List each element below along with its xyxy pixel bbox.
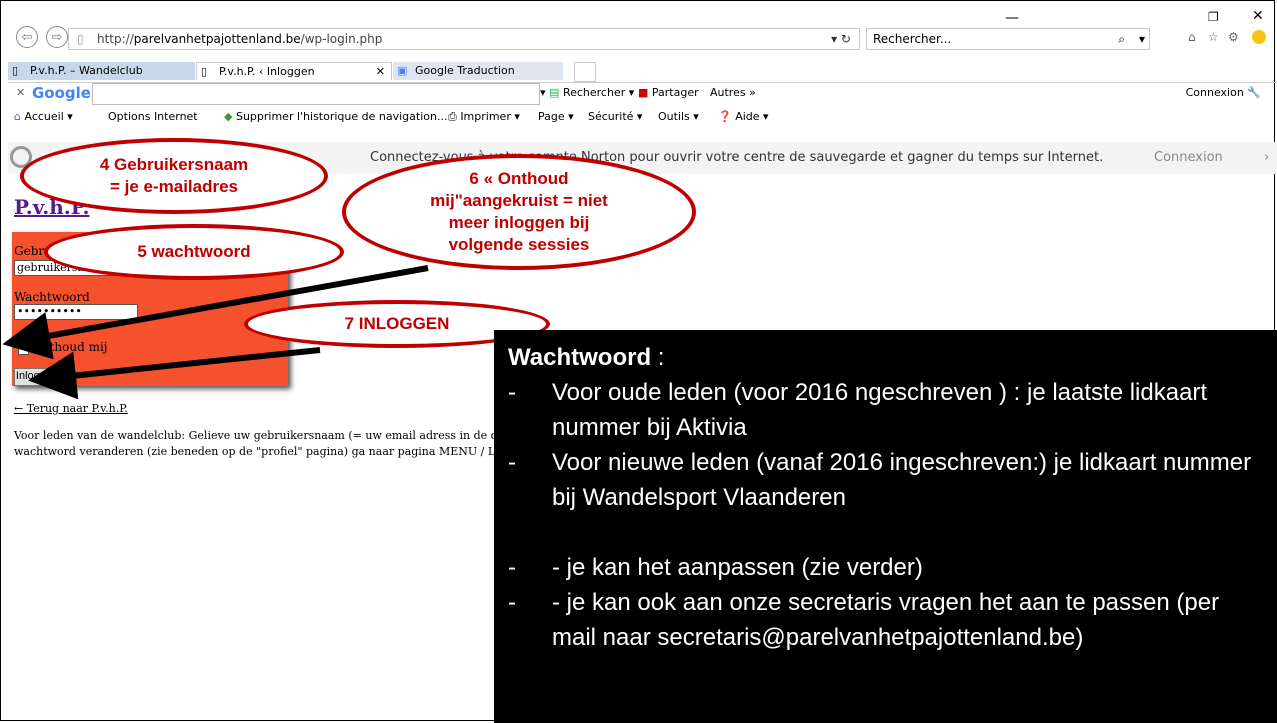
callout-text: mij"aangekruist = niet [430, 191, 608, 210]
callout-text: 7 INLOGGEN [344, 314, 450, 333]
callout-text: 6 « Onthoud [469, 169, 569, 188]
callout-remember: 6 « Onthoud mij"aangekruist = niet meer in… [342, 154, 696, 270]
bullet-dash: - [508, 379, 516, 406]
info-item-change: - - je kan het aanpassen (zie verder) [508, 550, 1263, 585]
bullet-dash: - [508, 589, 516, 616]
callout-text: 5 wachtwoord [137, 242, 251, 261]
callout-text: 4 Gebruikersnaam [99, 155, 249, 174]
info-text: Voor nieuwe leden (vanaf 2016 ingeschrev… [552, 449, 1252, 511]
info-item-new-members: - Voor nieuwe leden (vanaf 2016 ingeschre… [508, 445, 1263, 515]
callout-username: 4 Gebruikersnaam = je e-mailadres [20, 138, 328, 214]
panel-heading: Wachtwoord : [508, 340, 1263, 375]
info-item-secretary: - - je kan ook aan onze secretaris vragen… [508, 585, 1263, 655]
password-info-panel: Wachtwoord : - Voor oude leden (voor 2016… [494, 330, 1277, 723]
callout-text: volgende sessies [448, 235, 590, 254]
info-text: - je kan het aanpassen (zie verder) [552, 554, 923, 581]
callout-text: = je e-mailadres [109, 177, 239, 196]
bullet-dash: - [508, 449, 516, 476]
callout-text: meer inloggen bij [448, 213, 590, 232]
callout-password: 5 wachtwoord [44, 224, 344, 280]
arrow-login [28, 347, 321, 400]
panel-heading-suffix: : [651, 344, 665, 371]
info-text: Voor oude leden (voor 2016 ngeschreven )… [552, 379, 1208, 441]
bullet-dash: - [508, 554, 516, 581]
panel-heading-bold: Wachtwoord [508, 344, 652, 371]
info-text: - je kan ook aan onze secretaris vragen … [552, 589, 1220, 651]
info-item-old-members: - Voor oude leden (voor 2016 ngeschreven … [508, 375, 1263, 445]
panel-spacer [508, 515, 1263, 550]
